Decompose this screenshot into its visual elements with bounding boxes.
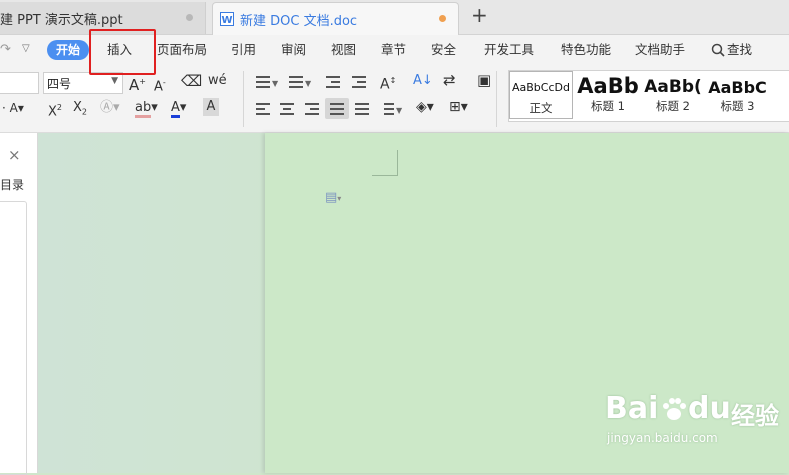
sort-icon[interactable]: A↓ xyxy=(413,72,433,90)
menu-start[interactable]: 开始 xyxy=(47,40,89,60)
paste-options-icon[interactable]: ▤▾ xyxy=(325,190,341,205)
menu-doc-assistant[interactable]: 文档助手 xyxy=(635,35,685,65)
tab-doc-label: 新建 DOC 文档.doc xyxy=(240,13,358,29)
style-heading-1[interactable]: AaBb 标题 1 xyxy=(576,71,640,119)
svg-text:W: W xyxy=(221,15,232,26)
watermark-brand: Bai xyxy=(605,391,659,426)
table-of-contents-icon[interactable]: ▣ xyxy=(477,71,491,89)
justify-button[interactable] xyxy=(325,98,349,119)
character-shading-icon[interactable]: A xyxy=(203,98,219,116)
watermark-brand-2: du xyxy=(688,391,731,426)
font-color-icon[interactable]: A▾ xyxy=(171,99,186,118)
menu-security[interactable]: 安全 xyxy=(431,35,456,65)
style-heading-2[interactable]: AaBb( 标题 2 xyxy=(641,71,705,119)
watermark-url: jingyan.baidu.com xyxy=(607,431,718,445)
style-normal-preview: AaBbCcDd xyxy=(512,81,570,94)
chinese-layout-icon[interactable]: A↕ xyxy=(380,72,396,94)
insert-highlight-box xyxy=(89,29,156,75)
decrease-indent-icon[interactable] xyxy=(326,76,340,88)
style-normal-label: 正文 xyxy=(529,101,553,115)
toc-panel xyxy=(0,201,27,475)
tab-doc-modified-dot xyxy=(439,15,446,22)
style-heading-2-label: 标题 2 xyxy=(656,99,690,113)
page-margin-corner xyxy=(372,150,398,176)
text-effect-icon[interactable]: Ⓐ▾ xyxy=(100,99,120,117)
baidu-jingyan-watermark: Bai du 经验 jingyan.baidu.com xyxy=(605,391,789,451)
close-icon[interactable]: × xyxy=(8,146,21,164)
style-heading-2-preview: AaBb( xyxy=(644,77,702,97)
font-color-dropdown-icon[interactable]: · A▾ xyxy=(2,99,24,117)
distributed-align-icon[interactable] xyxy=(355,103,369,115)
font-size-select[interactable]: 四号 ▼ xyxy=(43,72,123,94)
align-right-icon[interactable] xyxy=(305,103,319,115)
tab-doc-document[interactable]: W 新建 DOC 文档.doc xyxy=(212,2,459,35)
style-gallery: AaBbCcDd 正文 AaBb 标题 1 AaBb( 标题 2 AaBbC 标… xyxy=(508,70,789,122)
menu-review[interactable]: 审阅 xyxy=(281,35,306,65)
align-center-icon[interactable] xyxy=(280,103,294,115)
menu-search[interactable]: 查找 xyxy=(727,35,752,65)
bullet-list-icon[interactable] xyxy=(256,76,270,88)
align-left-icon[interactable] xyxy=(256,103,270,115)
grow-font-icon[interactable]: A+ xyxy=(129,73,146,94)
menu-references[interactable]: 引用 xyxy=(231,35,256,65)
toc-label[interactable]: 目录 xyxy=(0,176,24,193)
style-heading-3[interactable]: AaBbC 标题 3 xyxy=(706,71,769,119)
new-tab-button[interactable]: + xyxy=(471,3,488,27)
quick-access-dropdown-icon[interactable]: ▽ xyxy=(22,43,30,54)
menu-view[interactable]: 视图 xyxy=(331,35,356,65)
increase-indent-icon[interactable] xyxy=(352,76,366,88)
font-size-value: 四号 xyxy=(47,77,72,91)
navigation-pane: × 目录 xyxy=(0,133,38,475)
chevron-down-icon[interactable]: ▼ xyxy=(272,75,278,93)
chevron-down-icon[interactable]: ▼ xyxy=(305,75,311,93)
phonetic-guide-icon[interactable]: wé xyxy=(208,72,227,90)
highlight-icon[interactable]: ab▾ xyxy=(135,99,158,118)
tab-ppt-status-dot xyxy=(186,14,193,21)
chevron-down-icon: ▼ xyxy=(111,76,118,86)
show-hide-marks-icon[interactable]: ⇄ xyxy=(443,71,456,89)
chevron-down-icon[interactable]: ▼ xyxy=(396,102,402,120)
menu-section[interactable]: 章节 xyxy=(381,35,406,65)
font-name-select[interactable] xyxy=(0,72,39,94)
numbered-list-icon[interactable] xyxy=(289,76,303,88)
shrink-font-icon[interactable]: A- xyxy=(154,74,166,96)
clear-format-icon[interactable]: ⌫ xyxy=(181,72,202,90)
subscript-icon[interactable]: X2 xyxy=(73,99,87,122)
shading-fill-icon[interactable]: ◈▾ xyxy=(416,98,434,116)
menu-features[interactable]: 特色功能 xyxy=(561,35,611,65)
tab-ppt-label: 建 PPT 演示文稿.ppt xyxy=(0,12,123,28)
style-heading-3-preview: AaBbC xyxy=(708,78,767,97)
style-heading-1-label: 标题 1 xyxy=(591,99,625,113)
document-page[interactable]: ▤▾ Bai du 经验 jingyan.baidu.com xyxy=(265,133,789,473)
menu-dev-tools[interactable]: 开发工具 xyxy=(484,35,534,65)
word-doc-icon: W xyxy=(220,12,234,26)
justify-icon xyxy=(330,103,344,115)
search-icon[interactable] xyxy=(711,43,725,57)
style-heading-3-label: 标题 3 xyxy=(720,99,755,113)
style-normal[interactable]: AaBbCcDd 正文 xyxy=(509,71,573,119)
watermark-cn: 经验 xyxy=(731,402,779,430)
menu-page-layout[interactable]: 页面布局 xyxy=(157,35,207,65)
line-spacing-icon[interactable] xyxy=(380,103,394,115)
style-heading-1-preview: AaBb xyxy=(577,74,639,98)
borders-icon[interactable]: ⊞▾ xyxy=(449,98,468,116)
paw-icon xyxy=(663,398,686,420)
redo-icon[interactable]: ↷ xyxy=(0,42,11,57)
superscript-icon[interactable]: X2 xyxy=(48,99,62,121)
